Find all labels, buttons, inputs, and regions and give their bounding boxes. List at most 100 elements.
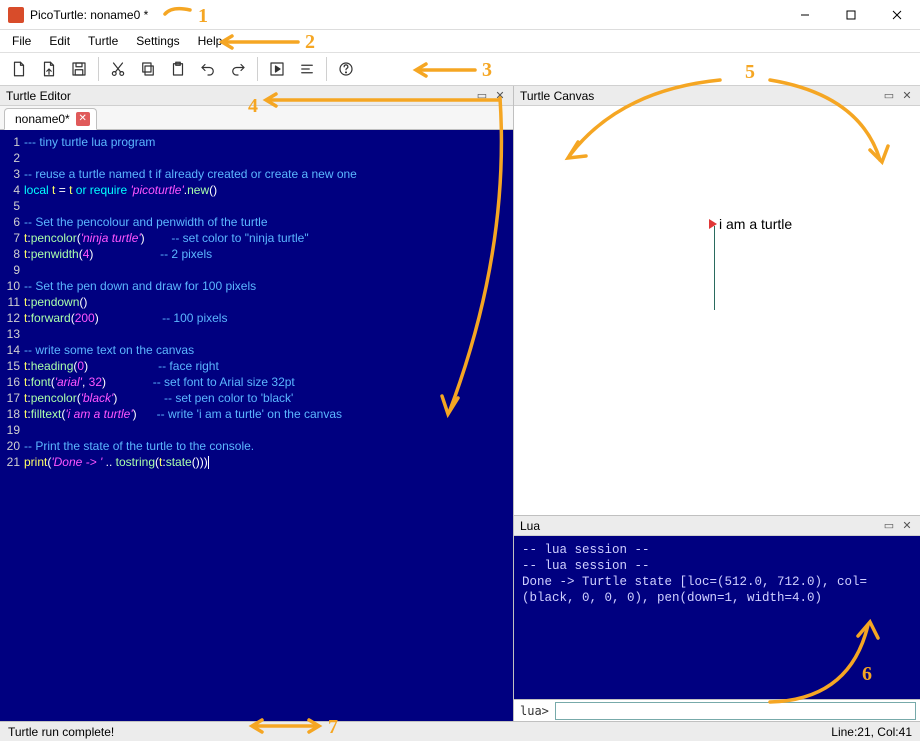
restore-icon[interactable]: ▭ — [882, 89, 896, 103]
code-line[interactable]: 4local t = t or require 'picoturtle'.new… — [2, 182, 513, 198]
code-line[interactable]: 21print('Done -> ' .. tostring(t:state()… — [2, 454, 513, 470]
redo-button[interactable] — [224, 55, 252, 83]
code-text[interactable]: t:heading(0) -- face right — [24, 358, 219, 374]
turtle-canvas[interactable]: i am a turtle — [514, 106, 920, 515]
code-line[interactable]: 19 — [2, 422, 513, 438]
code-line[interactable]: 8t:penwidth(4) -- 2 pixels — [2, 246, 513, 262]
main-area: Turtle Editor ▭ ✕ noname0* ✕ 1--- tiny t… — [0, 86, 920, 721]
turtle-cursor-icon — [709, 219, 717, 229]
line-number: 12 — [2, 310, 20, 326]
code-text[interactable]: local t = t or require 'picoturtle'.new(… — [24, 182, 217, 198]
canvas-text: i am a turtle — [719, 216, 792, 232]
code-line[interactable]: 17t:pencolor('black') -- set pen color t… — [2, 390, 513, 406]
close-icon[interactable]: ✕ — [493, 89, 507, 103]
code-line[interactable]: 1--- tiny turtle lua program — [2, 134, 513, 150]
status-message: Turtle run complete! — [8, 725, 114, 739]
line-number: 10 — [2, 278, 20, 294]
format-button[interactable] — [293, 55, 321, 83]
line-number: 4 — [2, 182, 20, 198]
undo-button[interactable] — [194, 55, 222, 83]
code-line[interactable]: 2 — [2, 150, 513, 166]
line-number: 19 — [2, 422, 20, 438]
line-number: 2 — [2, 150, 20, 166]
titlebar: PicoTurtle: noname0 * — [0, 0, 920, 30]
minimize-button[interactable] — [782, 0, 828, 30]
line-number: 15 — [2, 358, 20, 374]
code-text[interactable]: t:penwidth(4) -- 2 pixels — [24, 246, 212, 262]
code-text[interactable]: t:forward(200) -- 100 pixels — [24, 310, 227, 326]
lua-header: Lua ▭ ✕ — [514, 516, 920, 536]
open-file-button[interactable] — [35, 55, 63, 83]
menu-help[interactable]: Help — [190, 32, 231, 50]
code-line[interactable]: 12t:forward(200) -- 100 pixels — [2, 310, 513, 326]
maximize-button[interactable] — [828, 0, 874, 30]
code-line[interactable]: 7t:pencolor('ninja turtle') -- set color… — [2, 230, 513, 246]
run-button[interactable] — [263, 55, 291, 83]
line-number: 21 — [2, 454, 20, 470]
canvas-header: Turtle Canvas ▭ ✕ — [514, 86, 920, 106]
line-number: 14 — [2, 342, 20, 358]
code-line[interactable]: 14-- write some text on the canvas — [2, 342, 513, 358]
code-line[interactable]: 11t:pendown() — [2, 294, 513, 310]
code-text[interactable]: -- Print the state of the turtle to the … — [24, 438, 254, 454]
code-line[interactable]: 3-- reuse a turtle named t if already cr… — [2, 166, 513, 182]
code-line[interactable]: 18t:filltext('i am a turtle') -- write '… — [2, 406, 513, 422]
toolbar — [0, 52, 920, 86]
line-number: 17 — [2, 390, 20, 406]
cut-button[interactable] — [104, 55, 132, 83]
restore-icon[interactable]: ▭ — [475, 89, 489, 103]
code-line[interactable]: 5 — [2, 198, 513, 214]
code-text[interactable]: t:pendown() — [24, 294, 87, 310]
new-file-button[interactable] — [5, 55, 33, 83]
code-line[interactable]: 16t:font('arial', 32) -- set font to Ari… — [2, 374, 513, 390]
code-line[interactable]: 9 — [2, 262, 513, 278]
lua-input[interactable] — [555, 702, 916, 720]
code-text[interactable]: --- tiny turtle lua program — [24, 134, 155, 150]
code-line[interactable]: 20-- Print the state of the turtle to th… — [2, 438, 513, 454]
close-icon[interactable]: ✕ — [900, 89, 914, 103]
line-number: 20 — [2, 438, 20, 454]
save-file-button[interactable] — [65, 55, 93, 83]
code-text[interactable]: -- Set the pencolour and penwidth of the… — [24, 214, 268, 230]
line-number: 11 — [2, 294, 20, 310]
editor-header: Turtle Editor ▭ ✕ — [0, 86, 513, 106]
editor-title: Turtle Editor — [6, 89, 71, 103]
code-text[interactable]: t:font('arial', 32) -- set font to Arial… — [24, 374, 295, 390]
code-text[interactable]: -- reuse a turtle named t if already cre… — [24, 166, 357, 182]
help-button[interactable] — [332, 55, 360, 83]
line-number: 8 — [2, 246, 20, 262]
close-button[interactable] — [874, 0, 920, 30]
code-text[interactable]: t:filltext('i am a turtle') -- write 'i … — [24, 406, 342, 422]
menu-settings[interactable]: Settings — [128, 32, 187, 50]
line-number: 7 — [2, 230, 20, 246]
code-line[interactable]: 6-- Set the pencolour and penwidth of th… — [2, 214, 513, 230]
code-text[interactable]: print('Done -> ' .. tostring(t:state())) — [24, 454, 209, 470]
close-icon[interactable]: ✕ — [900, 519, 914, 533]
code-editor[interactable]: 1--- tiny turtle lua program23-- reuse a… — [0, 130, 513, 721]
editor-tab[interactable]: noname0* ✕ — [4, 108, 97, 130]
line-number: 1 — [2, 134, 20, 150]
code-text[interactable]: -- write some text on the canvas — [24, 342, 194, 358]
code-line[interactable]: 13 — [2, 326, 513, 342]
app-icon — [8, 7, 24, 23]
copy-button[interactable] — [134, 55, 162, 83]
editor-pane: Turtle Editor ▭ ✕ noname0* ✕ 1--- tiny t… — [0, 86, 514, 721]
menu-edit[interactable]: Edit — [41, 32, 78, 50]
code-text[interactable]: t:pencolor('ninja turtle') -- set color … — [24, 230, 309, 246]
toolbar-separator — [257, 57, 258, 81]
tab-close-icon[interactable]: ✕ — [76, 112, 90, 126]
restore-icon[interactable]: ▭ — [882, 519, 896, 533]
paste-button[interactable] — [164, 55, 192, 83]
editor-tab-label: noname0* — [15, 112, 70, 126]
lua-input-row: lua> — [514, 699, 920, 721]
menu-turtle[interactable]: Turtle — [80, 32, 126, 50]
code-line[interactable]: 15t:heading(0) -- face right — [2, 358, 513, 374]
menu-file[interactable]: File — [4, 32, 39, 50]
status-cursor-pos: Line:21, Col:41 — [831, 725, 912, 739]
code-text[interactable]: t:pencolor('black') -- set pen color to … — [24, 390, 293, 406]
code-text[interactable]: -- Set the pen down and draw for 100 pix… — [24, 278, 256, 294]
lua-pane: Lua ▭ ✕ -- lua session -- -- lua session… — [514, 515, 920, 721]
lua-prompt: lua> — [514, 704, 555, 718]
code-line[interactable]: 10-- Set the pen down and draw for 100 p… — [2, 278, 513, 294]
line-number: 5 — [2, 198, 20, 214]
